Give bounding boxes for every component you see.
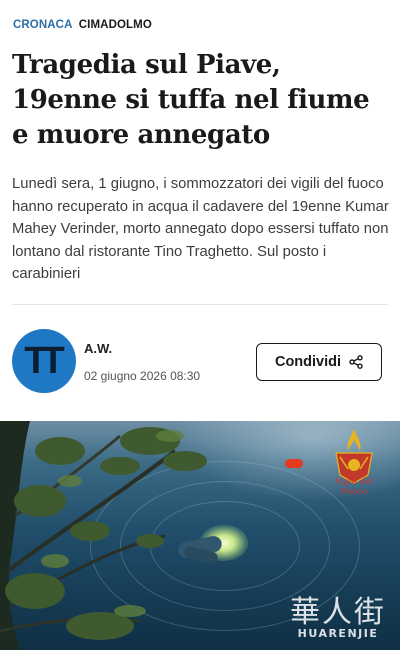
watermark-chinese: 華人街 bbox=[290, 595, 386, 630]
article-kicker: CRONACA CIMADOLMO bbox=[13, 19, 152, 31]
vigili-del-fuoco-text: Vigili del Fuoco bbox=[334, 477, 374, 497]
author-avatar[interactable]: TT bbox=[12, 329, 76, 393]
author-name[interactable]: A.W. bbox=[84, 341, 112, 356]
share-button[interactable]: Condividi bbox=[256, 343, 382, 381]
share-icon bbox=[349, 355, 363, 369]
article-summary: Lunedì sera, 1 giugno, i sommozzatori de… bbox=[12, 176, 389, 282]
section-link[interactable]: CRONACA bbox=[13, 19, 72, 31]
huarenjie-watermark: 華人街 HUARENJIE bbox=[290, 587, 386, 640]
location-tag[interactable]: CIMADOLMO bbox=[79, 19, 152, 31]
article-photo[interactable]: Vigili del Fuoco 華人街 HUARENJIE bbox=[0, 421, 400, 650]
watermark-english: HUARENJIE bbox=[297, 627, 379, 640]
avatar-logo-text: TT bbox=[24, 339, 65, 382]
divider bbox=[12, 304, 388, 305]
publish-date: 02 giugno 2026 08:30 bbox=[84, 369, 201, 383]
article-headline: Tragedia sul Piave, 19enne si tuffa nel … bbox=[12, 50, 370, 150]
share-button-label: Condividi bbox=[274, 354, 342, 370]
